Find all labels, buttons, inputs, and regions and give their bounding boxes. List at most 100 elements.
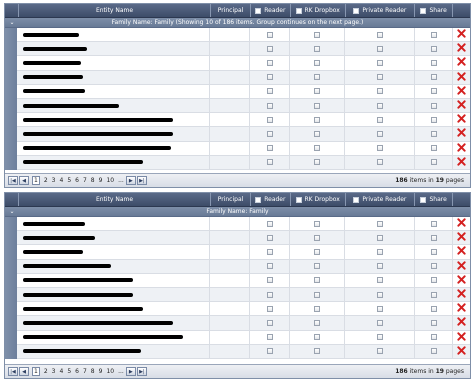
table-row[interactable] (17, 42, 470, 57)
table-row[interactable] (17, 231, 470, 246)
rk-dropbox-checkbox[interactable] (314, 74, 320, 81)
reader-checkbox[interactable] (266, 31, 273, 38)
column-header-reader[interactable]: Reader (251, 4, 291, 17)
delete-x-icon[interactable] (457, 246, 466, 257)
table-row[interactable] (17, 141, 470, 156)
private-reader-checkbox[interactable] (376, 45, 383, 52)
prev-page-icon[interactable]: ◀ (19, 176, 29, 185)
delete-x-icon[interactable] (457, 43, 466, 54)
table-row[interactable] (17, 302, 470, 317)
page-link[interactable]: 2 (44, 177, 48, 184)
private-reader-checkbox[interactable] (376, 102, 383, 109)
group-header[interactable]: ⌄ Family Name: Family (5, 207, 470, 217)
share-checkbox[interactable] (430, 291, 437, 298)
table-row[interactable] (17, 316, 470, 331)
reader-checkbox[interactable] (266, 45, 273, 52)
rk-dropbox-checkbox[interactable] (314, 45, 320, 52)
share-checkbox[interactable] (430, 319, 437, 326)
table-row[interactable] (17, 330, 470, 345)
delete-x-icon[interactable] (457, 331, 466, 343)
private-reader-checkbox[interactable] (376, 145, 383, 152)
share-checkbox[interactable] (430, 348, 437, 355)
page-link[interactable]: 4 (59, 177, 63, 184)
last-page-icon[interactable]: ▶| (136, 176, 147, 185)
share-checkbox[interactable] (430, 234, 437, 241)
delete-x-icon[interactable] (457, 303, 466, 314)
column-header-private-reader[interactable]: Private Reader (346, 4, 416, 17)
table-row[interactable] (17, 70, 470, 85)
delete-x-icon[interactable] (457, 29, 466, 40)
private-reader-checkbox[interactable] (376, 88, 383, 95)
delete-x-icon[interactable] (457, 57, 466, 68)
private-reader-checkbox[interactable] (376, 59, 383, 66)
next-page-icon[interactable]: ▶ (125, 176, 136, 185)
column-header-share[interactable]: Share (415, 193, 454, 206)
next-page-icon[interactable]: ▶ (125, 367, 136, 376)
share-checkbox[interactable] (430, 334, 437, 341)
reader-checkbox[interactable] (266, 334, 273, 341)
delete-x-icon[interactable] (457, 317, 466, 328)
reader-checkbox[interactable] (266, 220, 273, 227)
column-header-share[interactable]: Share (415, 4, 454, 17)
table-row[interactable] (17, 217, 470, 232)
first-page-icon[interactable]: |◀ (8, 176, 18, 185)
share-checkbox[interactable] (430, 116, 437, 123)
page-link[interactable]: 1 (32, 367, 40, 376)
private-reader-checkbox[interactable] (376, 220, 383, 227)
rk-dropbox-checkbox[interactable] (314, 305, 320, 312)
page-link[interactable]: 3 (52, 177, 56, 184)
rk-dropbox-checkbox[interactable] (314, 220, 320, 227)
reader-checkbox[interactable] (266, 263, 273, 270)
reader-checkbox[interactable] (266, 88, 273, 95)
delete-x-icon[interactable] (457, 346, 466, 357)
delete-x-icon[interactable] (457, 289, 466, 300)
rk-dropbox-checkbox[interactable] (314, 348, 320, 355)
table-row[interactable] (17, 273, 470, 288)
rk-dropbox-checkbox[interactable] (314, 31, 320, 38)
reader-checkbox[interactable] (266, 277, 273, 284)
rk-dropbox-checkbox[interactable] (314, 159, 320, 166)
share-checkbox[interactable] (430, 220, 437, 227)
page-link[interactable]: 10 (106, 177, 114, 184)
page-link[interactable]: 2 (44, 368, 48, 375)
share-checkbox[interactable] (430, 74, 437, 81)
reader-checkbox[interactable] (266, 159, 273, 166)
first-page-icon[interactable]: |◀ (8, 367, 18, 376)
rk-dropbox-checkbox[interactable] (314, 102, 320, 109)
page-link[interactable]: 5 (67, 177, 71, 184)
rk-dropbox-checkbox[interactable] (314, 334, 320, 341)
delete-x-icon[interactable] (457, 157, 466, 168)
delete-x-icon[interactable] (457, 128, 466, 139)
page-link[interactable]: 5 (67, 368, 71, 375)
table-row[interactable] (17, 56, 470, 71)
private-reader-checkbox[interactable] (376, 74, 383, 81)
select-all-reader-checkbox[interactable] (255, 196, 262, 203)
private-reader-checkbox[interactable] (376, 334, 383, 341)
table-row[interactable] (17, 98, 470, 114)
share-checkbox[interactable] (430, 159, 437, 166)
rk-dropbox-checkbox[interactable] (314, 291, 320, 298)
column-header-reader[interactable]: Reader (251, 193, 291, 206)
private-reader-checkbox[interactable] (376, 116, 383, 123)
select-all-private-reader-checkbox[interactable] (353, 7, 360, 14)
rk-dropbox-checkbox[interactable] (314, 59, 320, 66)
column-header-principal[interactable]: Principal (211, 4, 251, 17)
select-all-share-checkbox[interactable] (420, 196, 427, 203)
column-header-entity-name[interactable]: Entity Name (19, 4, 212, 17)
private-reader-checkbox[interactable] (376, 319, 383, 326)
rk-dropbox-checkbox[interactable] (314, 234, 320, 241)
share-checkbox[interactable] (430, 45, 437, 52)
reader-checkbox[interactable] (266, 305, 273, 312)
rk-dropbox-checkbox[interactable] (314, 145, 320, 152)
table-row[interactable] (17, 259, 470, 274)
delete-x-icon[interactable] (457, 218, 466, 229)
column-header-rk-dropbox[interactable]: RK Dropbox (291, 4, 346, 17)
select-all-reader-checkbox[interactable] (255, 7, 262, 14)
page-link[interactable]: 4 (59, 368, 63, 375)
private-reader-checkbox[interactable] (376, 234, 383, 241)
reader-checkbox[interactable] (266, 248, 273, 255)
share-checkbox[interactable] (430, 248, 437, 255)
page-link[interactable]: ... (118, 368, 124, 375)
page-link[interactable]: 9 (99, 368, 103, 375)
rk-dropbox-checkbox[interactable] (314, 88, 320, 95)
